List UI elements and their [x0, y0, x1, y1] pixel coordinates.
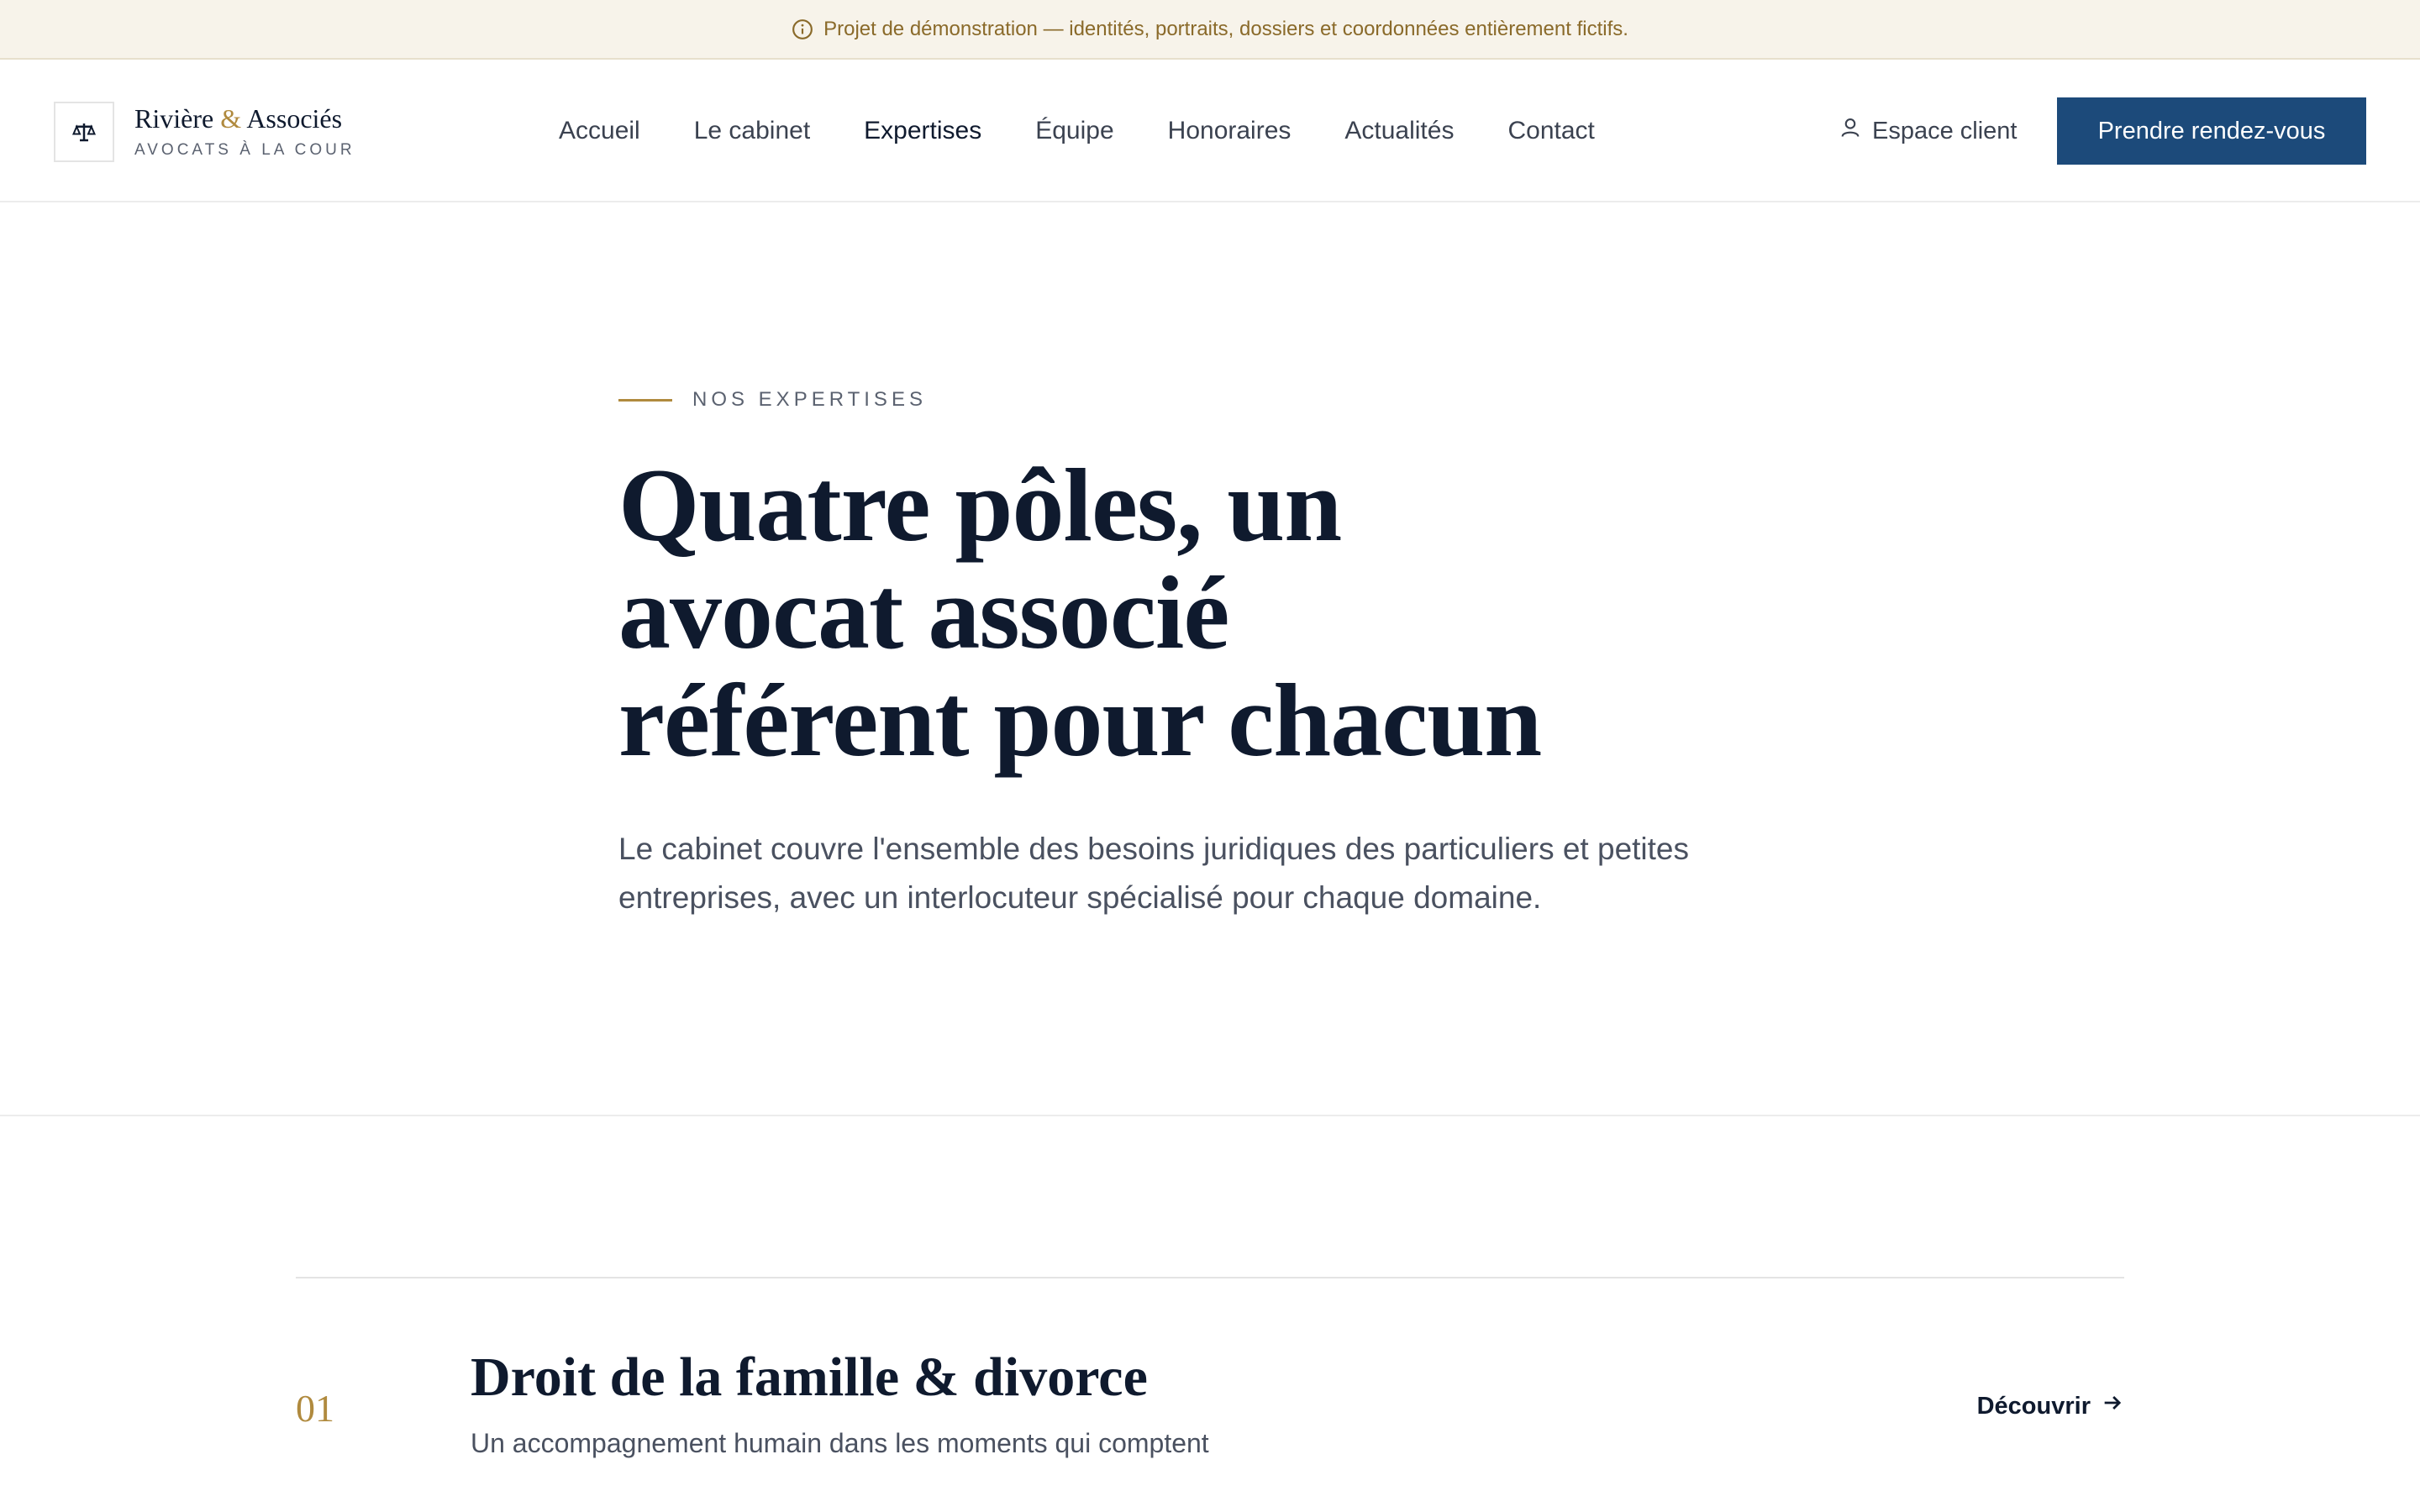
- item-number: 01: [296, 1387, 334, 1430]
- user-icon: [1839, 116, 1862, 146]
- book-appointment-button[interactable]: Prendre rendez-vous: [2057, 97, 2366, 165]
- nav-item-le-cabinet[interactable]: Le cabinet: [694, 117, 810, 145]
- hero: NOS EXPERTISES Quatre pôles, un avocat a…: [618, 388, 1795, 922]
- hero-lead: Le cabinet couvre l'ensemble des besoins…: [618, 832, 1690, 915]
- nav-item-equipe[interactable]: Équipe: [1035, 117, 1113, 145]
- logo[interactable]: Rivière & Associés AVOCATS À LA COUR: [54, 102, 355, 162]
- nav-item-honoraires[interactable]: Honoraires: [1168, 117, 1292, 145]
- nav-item-actualites[interactable]: Actualités: [1344, 117, 1454, 145]
- expertise-list: 01 Droit de la famille & divorce Un acco…: [296, 1277, 2124, 1472]
- item-title: Droit de la famille & divorce: [471, 1347, 1148, 1408]
- banner-text: Projet de démonstration — identités, por…: [823, 17, 1628, 40]
- logo-tagline: AVOCATS À LA COUR: [134, 140, 355, 159]
- arrow-right-icon: [2101, 1391, 2124, 1421]
- client-area-label: Espace client: [1872, 117, 2018, 144]
- list-item[interactable]: 01 Droit de la famille & divorce Un acco…: [296, 1278, 2124, 1472]
- page-title: Quatre pôles, un avocat associé référent…: [618, 448, 1542, 778]
- nav-item-expertises[interactable]: Expertises: [864, 117, 981, 145]
- item-description: Un accompagnement humain dans les moment…: [471, 1428, 1209, 1458]
- site-header: Rivière & Associés AVOCATS À LA COUR Acc…: [0, 60, 2420, 202]
- nav-item-contact[interactable]: Contact: [1507, 117, 1594, 145]
- client-area-link[interactable]: Espace client: [1839, 60, 2018, 202]
- eyebrow: NOS EXPERTISES: [618, 388, 1795, 412]
- demo-banner: Projet de démonstration — identités, por…: [0, 0, 2420, 60]
- discover-label: Découvrir: [1976, 1392, 2091, 1420]
- info-icon: [792, 18, 813, 40]
- eyebrow-rule: [618, 398, 672, 402]
- scales-icon: [54, 102, 114, 162]
- nav-item-accueil[interactable]: Accueil: [559, 117, 640, 145]
- main-nav: Accueil Le cabinet Expertises Équipe Hon…: [559, 60, 1595, 202]
- section-divider: [0, 1115, 2420, 1116]
- discover-link[interactable]: Découvrir: [1977, 1391, 2124, 1421]
- eyebrow-label: NOS EXPERTISES: [692, 388, 927, 411]
- logo-name: Rivière & Associés: [134, 103, 343, 134]
